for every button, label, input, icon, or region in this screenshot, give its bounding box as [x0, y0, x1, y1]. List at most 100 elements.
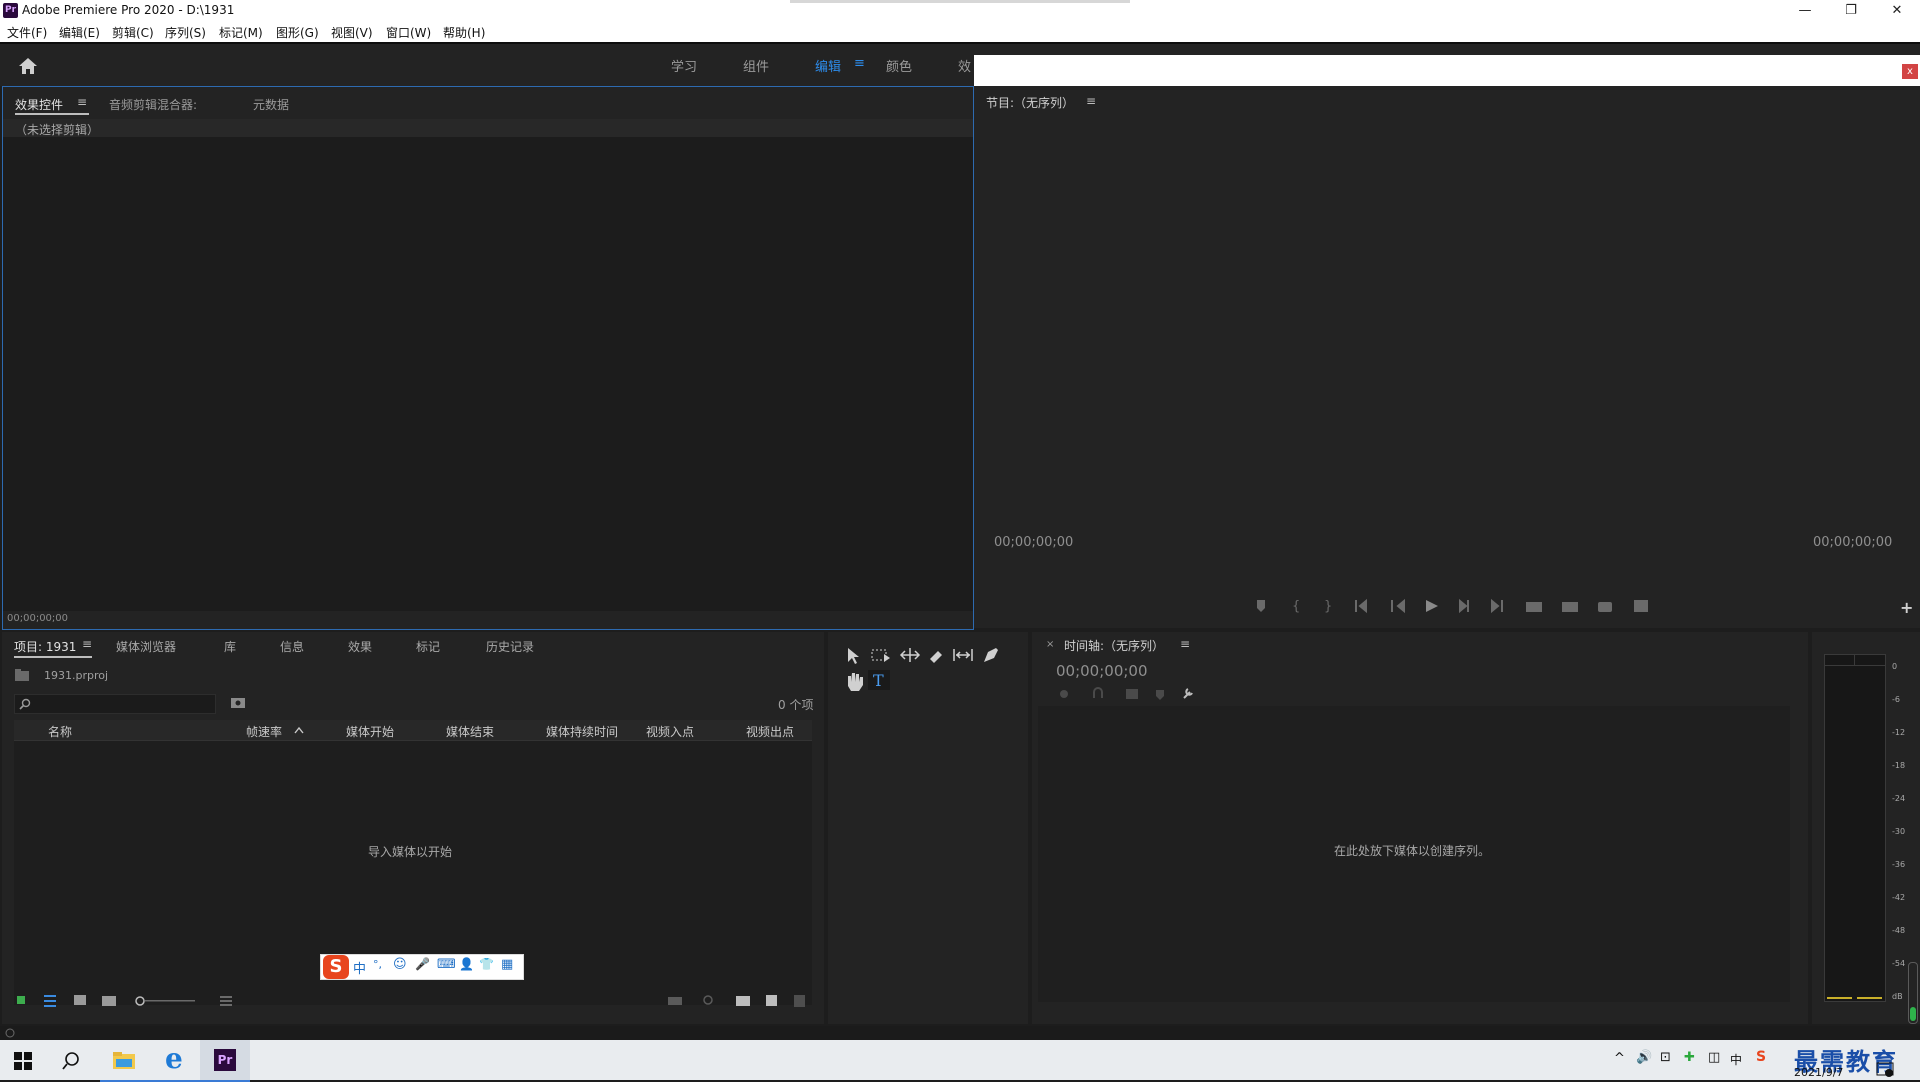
- workspace-tab-effects[interactable]: 效: [958, 56, 971, 75]
- program-timecode-duration: 00;00;00;00: [1813, 535, 1893, 550]
- tab-metadata[interactable]: 元数据: [253, 96, 289, 113]
- column-frame-rate[interactable]: 帧速率: [246, 723, 282, 740]
- menu-edit[interactable]: 编辑(E): [59, 24, 100, 41]
- meter-tick: -36: [1892, 860, 1906, 869]
- volume-icon[interactable]: 🔊: [1636, 1050, 1652, 1065]
- tab-audio-clip-mixer[interactable]: 音频剪辑混合器:: [109, 96, 197, 113]
- meter-unit: dB: [1892, 992, 1903, 1001]
- workspace-tab-editing[interactable]: 编辑: [815, 56, 841, 75]
- ime-tray-icon[interactable]: 中: [1730, 1051, 1742, 1068]
- tab-effect-controls[interactable]: 效果控件: [15, 96, 63, 113]
- column-video-in[interactable]: 视频入点: [646, 723, 694, 740]
- ime-user-icon[interactable]: 👤: [459, 957, 474, 971]
- status-bar: [0, 1026, 1920, 1040]
- column-video-out[interactable]: 视频出点: [746, 723, 794, 740]
- sogou-tray-icon[interactable]: S: [1756, 1049, 1766, 1065]
- windows-taskbar: e Pr ^ 🔊 ⊡ ✚ ◫ 中 S 最需教育 2021/9/7: [0, 1040, 1920, 1082]
- home-icon[interactable]: [17, 56, 39, 76]
- tab-info[interactable]: 信息: [280, 638, 304, 655]
- windows-start-icon[interactable]: [14, 1052, 32, 1070]
- tools-panel: T: [828, 632, 1028, 1024]
- timeline-empty-hint: 在此处放下媒体以创建序列。: [1334, 844, 1491, 858]
- security-icon[interactable]: ✚: [1684, 1050, 1695, 1065]
- ime-keyboard-icon[interactable]: ⌨: [437, 957, 456, 972]
- tab-history[interactable]: 历史记录: [486, 638, 534, 655]
- meter-tick: -48: [1892, 926, 1906, 935]
- audio-meter-panel: 0 -6 -12 -18 -24 -30 -36 -42 -48 -54 dB: [1812, 632, 1920, 1024]
- ime-emoji-icon[interactable]: ☺: [393, 957, 407, 972]
- workspace-tab-learn[interactable]: 学习: [671, 56, 697, 75]
- menu-clip[interactable]: 剪辑(C): [112, 24, 154, 41]
- add-button[interactable]: +: [1900, 598, 1913, 617]
- search-input[interactable]: [14, 694, 216, 714]
- ime-punctuation-toggle[interactable]: °,: [373, 958, 382, 971]
- menu-view[interactable]: 视图(V): [331, 24, 373, 41]
- column-media-end[interactable]: 媒体结束: [446, 723, 494, 740]
- workspace-menu-icon[interactable]: ≡: [854, 56, 865, 71]
- tab-effects[interactable]: 效果: [348, 638, 372, 655]
- panel-menu-icon[interactable]: ≡: [1086, 94, 1096, 108]
- panel-menu-icon[interactable]: ≡: [1180, 637, 1190, 651]
- active-tab-underline: [15, 113, 89, 115]
- menu-help[interactable]: 帮助(H): [443, 24, 485, 41]
- import-media-hint: 导入媒体以开始: [368, 845, 453, 859]
- close-button[interactable]: ✕: [1874, 0, 1920, 22]
- tab-media-browser[interactable]: 媒体浏览器: [116, 638, 176, 655]
- timeline-close-icon[interactable]: ×: [1046, 639, 1054, 650]
- tab-project[interactable]: 项目: 1931: [14, 638, 76, 655]
- new-search-bin-icon[interactable]: [230, 696, 246, 710]
- meter-scrollbar[interactable]: [1908, 962, 1918, 1024]
- menu-sequence[interactable]: 序列(S): [165, 24, 206, 41]
- program-monitor-title: 节目:（无序列）: [986, 96, 1075, 110]
- menu-window[interactable]: 窗口(W): [386, 24, 431, 41]
- sogou-logo-icon[interactable]: S: [323, 955, 349, 979]
- panel-menu-icon[interactable]: ≡: [77, 95, 87, 109]
- timeline-panel: × 时间轴:（无序列） ≡ 00;00;00;00 在此处放下媒体以创建序列。: [1032, 632, 1808, 1024]
- meter-peak-left: [1827, 997, 1852, 999]
- column-name[interactable]: 名称: [48, 723, 72, 740]
- audio-meter-track: [1824, 654, 1886, 1002]
- menu-graphics[interactable]: 图形(G): [276, 24, 319, 41]
- ie-icon: e: [165, 1042, 183, 1075]
- taskbar-date[interactable]: 2021/9/7: [1794, 1066, 1843, 1079]
- item-count: 0 个项: [778, 698, 814, 712]
- menu-file[interactable]: 文件(F): [7, 24, 47, 41]
- tab-libraries[interactable]: 库: [224, 638, 236, 655]
- tray-overflow-icon[interactable]: ^: [1614, 1051, 1625, 1066]
- meter-tick: -30: [1892, 827, 1906, 836]
- meter-tick: 0: [1892, 662, 1898, 671]
- svg-text:{: {: [1292, 599, 1300, 614]
- taskbar-premiere[interactable]: Pr: [200, 1040, 250, 1082]
- effect-controls-body: [3, 137, 973, 611]
- ime-chinese-toggle[interactable]: 中: [353, 958, 366, 977]
- file-explorer-icon: [113, 1052, 135, 1069]
- panel-menu-icon[interactable]: ≡: [82, 637, 92, 651]
- menu-markers[interactable]: 标记(M): [219, 24, 263, 41]
- minimize-button[interactable]: —: [1782, 0, 1828, 22]
- workspace-tab-assembly[interactable]: 组件: [743, 56, 769, 75]
- ime-toolbox-icon[interactable]: ▦: [501, 957, 513, 972]
- ime-voice-icon[interactable]: 🎤: [415, 957, 430, 971]
- window-title: Adobe Premiere Pro 2020 - D:\1931: [22, 3, 235, 17]
- ime-skin-icon[interactable]: 👕: [479, 957, 494, 971]
- restore-button[interactable]: ❐: [1828, 0, 1874, 22]
- timeline-drop-area[interactable]: 在此处放下媒体以创建序列。: [1038, 706, 1790, 1002]
- project-table-header: 名称 帧速率 媒体开始 媒体结束 媒体持续时间 视频入点 视频出点: [14, 720, 812, 741]
- taskbar-file-explorer[interactable]: [100, 1040, 150, 1082]
- premiere-taskbar-icon: Pr: [214, 1049, 236, 1071]
- column-media-duration[interactable]: 媒体持续时间: [546, 723, 618, 740]
- strip-close-icon[interactable]: x: [1902, 64, 1918, 79]
- taskbar-ie[interactable]: e: [150, 1040, 200, 1082]
- workspace-tab-color[interactable]: 颜色: [886, 56, 912, 75]
- network-icon[interactable]: ⊡: [1660, 1050, 1671, 1065]
- tray-app-icon[interactable]: ◫: [1708, 1050, 1720, 1065]
- column-media-start[interactable]: 媒体开始: [346, 723, 394, 740]
- notification-icon[interactable]: [1876, 1062, 1894, 1078]
- timeline-tools: [1060, 687, 1193, 700]
- active-tab-underline: [14, 656, 92, 658]
- sort-ascending-icon: [294, 726, 304, 734]
- search-icon[interactable]: [62, 1052, 80, 1070]
- program-timecode-current: 00;00;00;00: [994, 535, 1074, 550]
- tab-markers[interactable]: 标记: [416, 638, 440, 655]
- tool-icons: T: [848, 648, 998, 691]
